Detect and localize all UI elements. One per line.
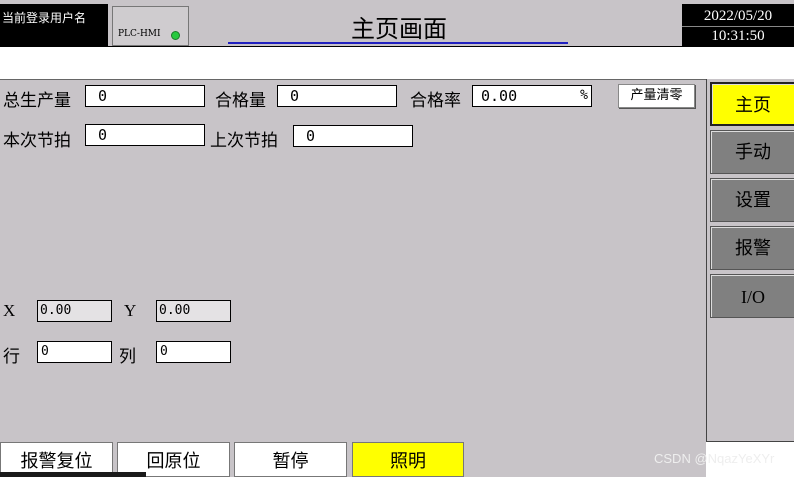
- row-field[interactable]: 0: [37, 341, 112, 363]
- watermark: CSDN @NqazYeXYr: [654, 451, 775, 466]
- last-cycle-label: 上次节拍: [210, 131, 278, 151]
- plc-status-panel: PLC-HMI: [112, 6, 189, 46]
- pass-rate-label: 合格率: [410, 91, 461, 111]
- total-output-label: 总生产量: [3, 91, 71, 111]
- good-count-field[interactable]: 0: [277, 85, 397, 107]
- column-field[interactable]: 0: [156, 341, 231, 363]
- y-label: Y: [124, 301, 137, 320]
- title-underline: [228, 42, 568, 44]
- x-label: X: [3, 301, 16, 320]
- nav-alarm-button[interactable]: 报警: [710, 226, 794, 270]
- main-panel: 总生产量 0 合格量 0 合格率 0.00 % 产量清零 本次节拍 0 上次节拍…: [0, 79, 706, 477]
- good-count-label: 合格量: [215, 91, 266, 111]
- current-user-label: 当前登录用户名: [2, 11, 87, 25]
- total-output-field[interactable]: 0: [85, 85, 205, 107]
- row-label: 行: [3, 347, 20, 367]
- clear-output-button[interactable]: 产量清零: [618, 84, 695, 108]
- side-navigation: 主页 手动 设置 报警 I/O: [706, 79, 794, 442]
- pass-rate-value: 0.00: [481, 87, 518, 105]
- time-display: 10:31:50: [682, 26, 794, 45]
- datetime-panel: 2022/05/20 10:31:50: [682, 4, 794, 46]
- nav-settings-button[interactable]: 设置: [710, 178, 794, 222]
- user-panel: 当前登录用户名: [0, 4, 108, 46]
- last-cycle-field[interactable]: 0: [293, 125, 413, 147]
- pause-button[interactable]: 暂停: [234, 442, 347, 477]
- nav-home-button[interactable]: 主页: [710, 82, 794, 126]
- taskbar-strip: [0, 472, 146, 477]
- percent-unit: %: [580, 88, 588, 103]
- column-label: 列: [119, 347, 136, 367]
- header-bar: 当前登录用户名 PLC-HMI 主页画面 2022/05/20 10:31:50: [0, 0, 794, 47]
- x-position-field[interactable]: 0.00: [37, 300, 112, 322]
- y-position-field[interactable]: 0.00: [156, 300, 231, 322]
- current-cycle-label: 本次节拍: [3, 131, 71, 151]
- current-cycle-field[interactable]: 0: [85, 124, 205, 146]
- date-display: 2022/05/20: [703, 8, 773, 24]
- page-title: 主页画面: [351, 15, 447, 43]
- nav-manual-button[interactable]: 手动: [710, 130, 794, 174]
- status-led-icon: [171, 31, 180, 40]
- nav-io-button[interactable]: I/O: [710, 274, 794, 318]
- plc-label: PLC-HMI: [118, 29, 161, 39]
- lighting-button[interactable]: 照明: [352, 442, 464, 477]
- pass-rate-field: 0.00 %: [472, 85, 592, 107]
